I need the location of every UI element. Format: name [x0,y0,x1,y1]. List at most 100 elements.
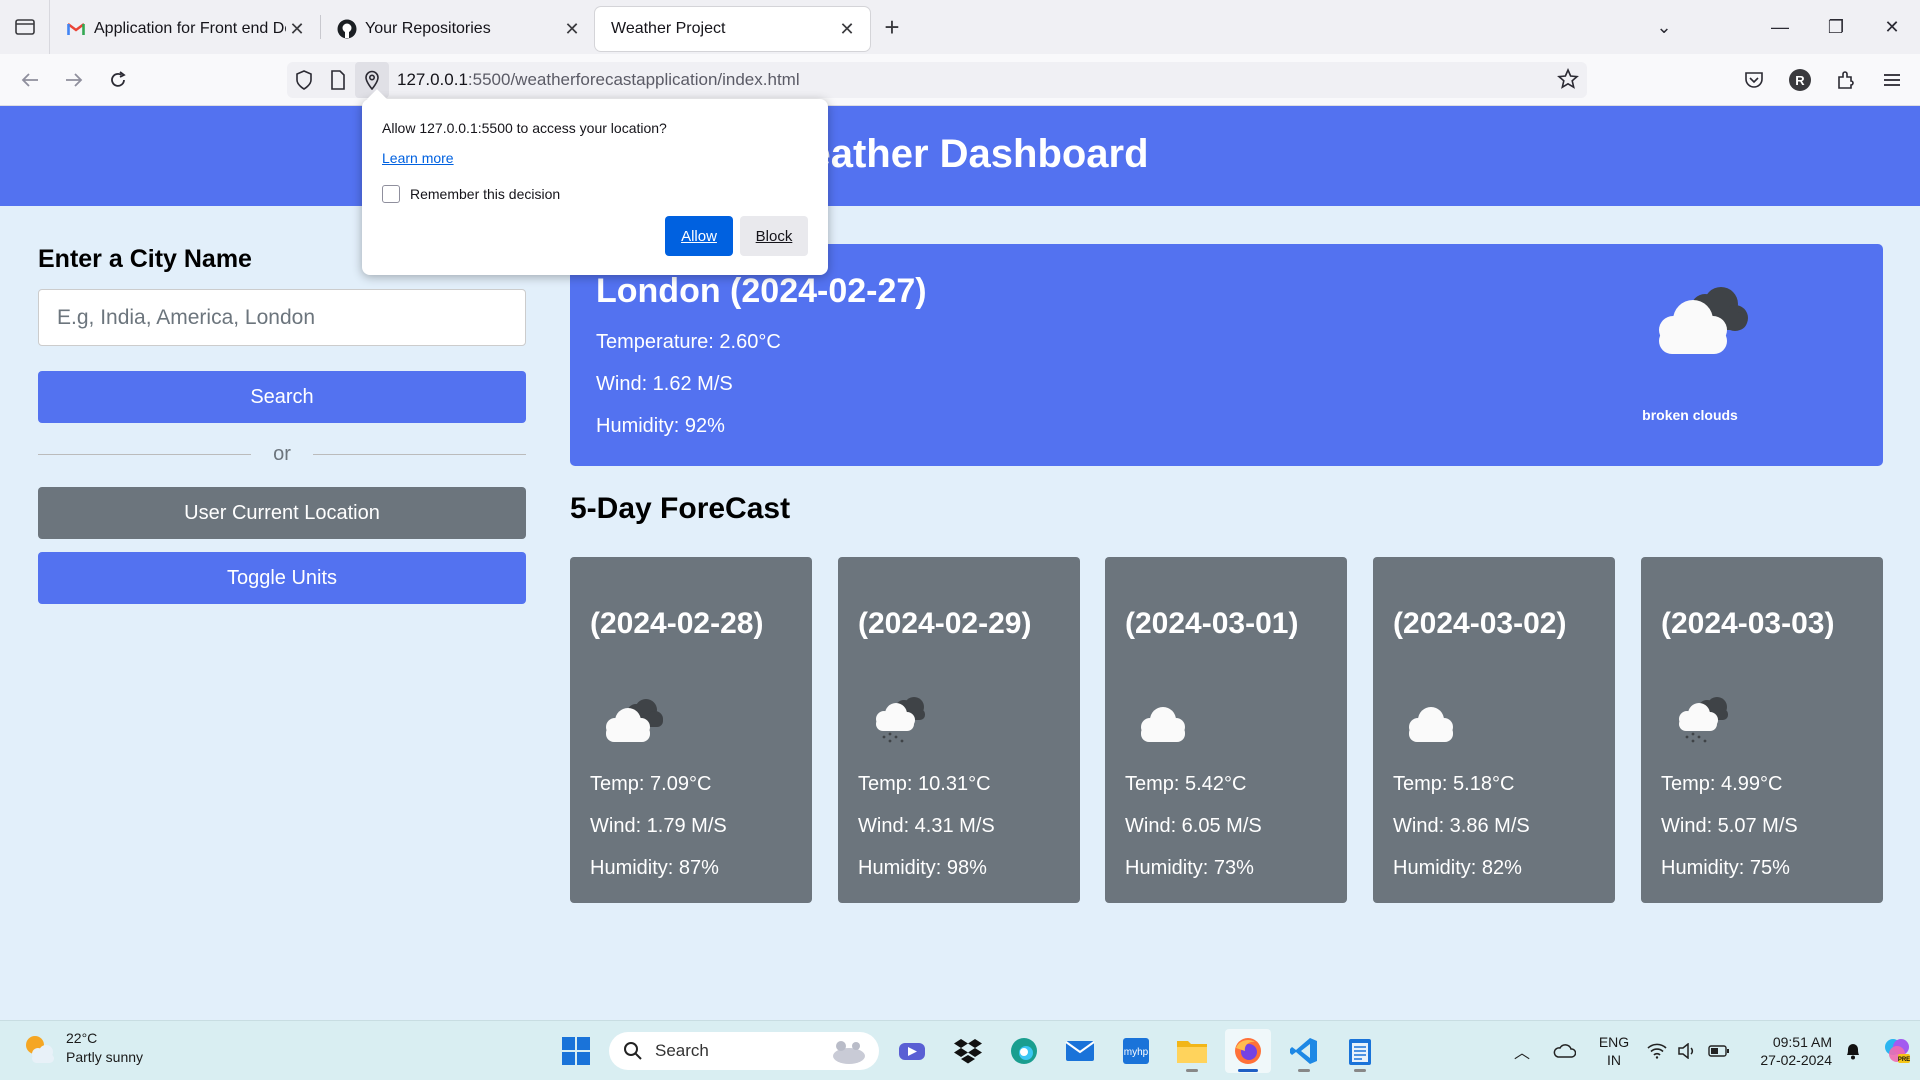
tab-title: Your Repositories [365,20,491,37]
running-indicator [1298,1069,1310,1072]
wifi-icon[interactable] [1642,1043,1672,1059]
tab-weather-project[interactable]: Weather Project ✕ [595,7,870,51]
separator-line [38,453,252,455]
vscode-app[interactable] [1281,1029,1327,1073]
learn-more-link[interactable]: Learn more [382,150,454,166]
forecast-date: (2024-03-03) [1661,607,1835,640]
forecast-temp: Temp: 5.18°C [1393,773,1515,795]
extensions-icon[interactable] [1828,62,1864,98]
forecast-humidity: Humidity: 75% [1661,857,1790,879]
tabs-icon [14,19,35,35]
start-button[interactable] [553,1029,599,1073]
taskbar-search[interactable]: Search [609,1032,879,1070]
notepad-app[interactable] [1337,1029,1383,1073]
battery-icon[interactable] [1702,1045,1736,1057]
forecast-temp: Temp: 7.09°C [590,773,712,795]
url-host: 127.0.0.1 [397,70,468,89]
forecast-wind: Wind: 4.31 M/S [858,815,995,837]
broken-clouds-icon [598,697,668,752]
taskbar-search-label: Search [655,1041,709,1060]
taskbar-apps: Search myhp [553,1029,1383,1073]
forecast-humidity: Humidity: 82% [1393,857,1522,879]
mail-app[interactable] [1057,1029,1103,1073]
forecast-wind: Wind: 6.05 M/S [1125,815,1262,837]
running-indicator [1238,1069,1258,1072]
search-button[interactable]: Search [38,371,526,423]
rain-cloud-icon [866,697,936,752]
page-info-icon[interactable] [321,62,355,98]
forecast-cards: (2024-02-28) Temp: 7.09°C Wind: 1.79 M/S… [570,557,1883,903]
onedrive-icon[interactable] [1542,1043,1586,1059]
separator-line [312,453,527,455]
forecast-temp: Temp: 4.99°C [1661,773,1783,795]
new-tab-button[interactable]: + [870,12,914,43]
forward-button[interactable] [52,60,96,100]
clock-date: 27-02-2024 [1760,1052,1832,1068]
search-panel: Enter a City Name Search or User Current… [38,245,527,604]
running-indicator [1186,1069,1198,1072]
close-tab-icon[interactable]: ✕ [561,19,583,40]
copilot-icon[interactable]: PRE [1874,1037,1920,1065]
gmail-icon [66,19,86,39]
current-city-date: London (2024-02-27) [596,272,927,310]
back-arrow-icon [21,72,38,87]
remember-decision-checkbox[interactable] [382,185,400,203]
close-tab-icon[interactable]: ✕ [836,19,858,40]
restore-icon[interactable]: ❐ [1808,17,1864,38]
pocket-icon[interactable] [1736,62,1772,98]
language-indicator[interactable]: ENG IN [1586,1033,1642,1069]
volume-icon[interactable] [1672,1043,1702,1059]
cloud-icon [1133,697,1203,752]
tracking-protection-icon[interactable] [287,62,321,98]
back-button[interactable] [8,60,52,100]
url-text: 127.0.0.1:5500/weatherforecastapplicatio… [397,70,800,90]
close-tab-icon[interactable]: ✕ [286,19,308,40]
close-window-icon[interactable]: ✕ [1864,17,1920,38]
forecast-card: (2024-02-28) Temp: 7.09°C Wind: 1.79 M/S… [570,557,812,903]
browser-tab-bar: Application for Front end Devel ✕ Your R… [0,0,1920,54]
permission-question: Allow 127.0.0.1:5500 to access your loca… [382,120,667,136]
city-input[interactable] [38,289,526,346]
account-avatar[interactable]: R [1789,69,1811,91]
current-location-button[interactable]: User Current Location [38,487,526,539]
block-button[interactable]: Block [740,216,808,256]
toggle-units-button[interactable]: Toggle Units [38,552,526,604]
clock[interactable]: 09:51 AM 27-02-2024 [1736,1033,1832,1069]
bookmark-star-icon[interactable] [1557,67,1579,95]
url-bar[interactable]: 127.0.0.1:5500/weatherforecastapplicatio… [287,62,1587,98]
search-icon [624,1042,642,1060]
show-hidden-icons-chevron-icon[interactable]: ︿ [1502,1039,1542,1063]
myhp-app[interactable]: myhp [1113,1029,1159,1073]
or-separator: or [38,441,527,467]
current-temperature: Temperature: 2.60°C [596,331,781,353]
mail-icon [1065,1041,1095,1061]
menu-icon[interactable] [1874,62,1910,98]
notification-bell-icon[interactable] [1832,1042,1874,1060]
taskbar-weather-widget[interactable]: 22°C Partly sunny [20,1029,143,1067]
current-weather-card: London (2024-02-27) Temperature: 2.60°C … [570,244,1883,466]
tab-list-button[interactable] [0,0,50,54]
teams-meet-app[interactable] [889,1029,935,1073]
list-all-tabs-icon[interactable]: ⌄ [1636,17,1692,38]
forecast-date: (2024-02-28) [590,607,764,640]
remember-decision-label[interactable]: Remember this decision [410,186,560,202]
forecast-card: (2024-03-01) Temp: 5.42°C Wind: 6.05 M/S… [1105,557,1347,903]
forecast-date: (2024-03-01) [1125,607,1299,640]
firefox-app[interactable] [1225,1029,1271,1073]
url-path: :5500/weatherforecastapplication/index.h… [467,70,800,89]
edge-app[interactable] [1001,1029,1047,1073]
forecast-humidity: Humidity: 98% [858,857,987,879]
edge-icon [1011,1038,1037,1064]
location-permission-popup: Allow 127.0.0.1:5500 to access your loca… [362,89,828,275]
search-highlight-icon [829,1036,869,1071]
minimize-icon[interactable]: — [1752,17,1808,38]
file-explorer-app[interactable] [1169,1029,1215,1073]
tab-gmail[interactable]: Application for Front end Devel ✕ [50,7,320,51]
tab-github[interactable]: Your Repositories ✕ [321,7,595,51]
reload-button[interactable] [96,60,140,100]
window-controls: ⌄ — ❐ ✕ [1636,0,1920,54]
svg-text:PRE: PRE [1898,1057,1910,1063]
allow-button[interactable]: Allow [665,216,733,256]
dropbox-app[interactable] [945,1029,991,1073]
taskbar-weather-desc: Partly sunny [66,1049,144,1065]
